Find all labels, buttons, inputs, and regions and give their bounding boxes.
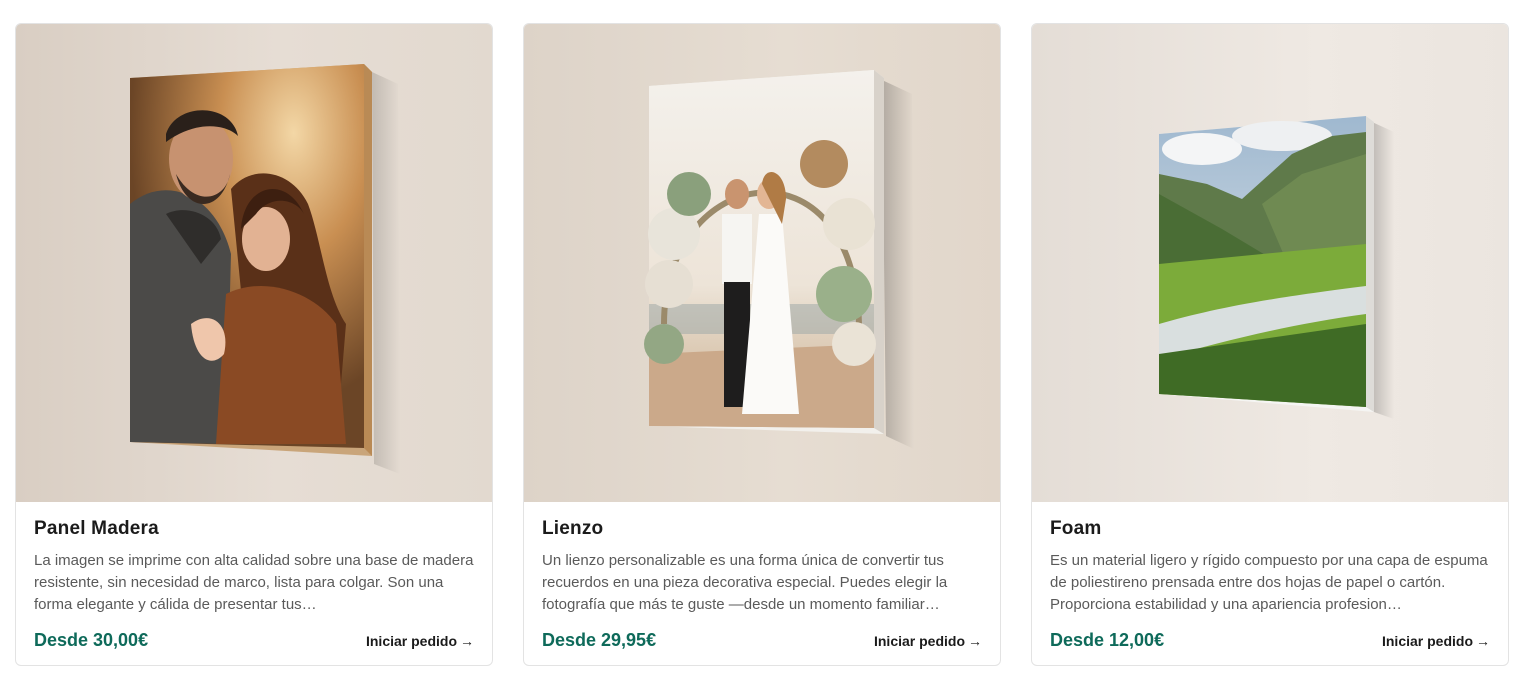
start-order-link[interactable]: Iniciar pedido → xyxy=(366,633,474,649)
product-price: Desde 12,00€ xyxy=(1050,630,1165,650)
start-order-label: Iniciar pedido xyxy=(365,632,457,649)
product-description: La imagen se imprime con alta calidad so… xyxy=(34,552,474,613)
arrow-right-icon: → xyxy=(460,632,474,649)
arrow-right-icon: → xyxy=(1476,632,1490,649)
product-title: Foam xyxy=(1050,518,1102,539)
start-order-link[interactable]: Iniciar pedido → xyxy=(1382,633,1490,649)
wood-panel-photo xyxy=(130,64,400,474)
start-order-label: Iniciar pedido xyxy=(873,632,965,649)
product-card-panel-madera[interactable]: Panel Madera La imagen se imprime con al… xyxy=(15,23,493,666)
start-order-link[interactable]: Iniciar pedido → xyxy=(874,633,982,649)
arrow-right-icon: → xyxy=(968,632,982,649)
product-image-lienzo[interactable] xyxy=(524,24,1000,502)
product-card-lienzo[interactable]: Lienzo Un lienzo personalizable es una f… xyxy=(523,23,1001,666)
product-price: Desde 29,95€ xyxy=(542,630,657,650)
canvas-photo xyxy=(644,70,914,449)
product-title: Panel Madera xyxy=(34,518,159,539)
product-title: Lienzo xyxy=(542,518,604,539)
product-image-panel-madera[interactable] xyxy=(16,24,492,502)
product-description: Es un material ligero y rígido compuesto… xyxy=(1050,552,1488,613)
foam-board-photo xyxy=(1159,116,1394,419)
product-description: Un lienzo personalizable es una forma ún… xyxy=(542,552,948,613)
start-order-label: Iniciar pedido xyxy=(1381,632,1473,649)
product-card-foam[interactable]: Foam Es un material ligero y rígido comp… xyxy=(1031,23,1509,666)
product-image-foam[interactable] xyxy=(1032,24,1508,502)
product-price: Desde 30,00€ xyxy=(34,630,149,650)
product-grid: Panel Madera La imagen se imprime con al… xyxy=(0,0,1535,693)
